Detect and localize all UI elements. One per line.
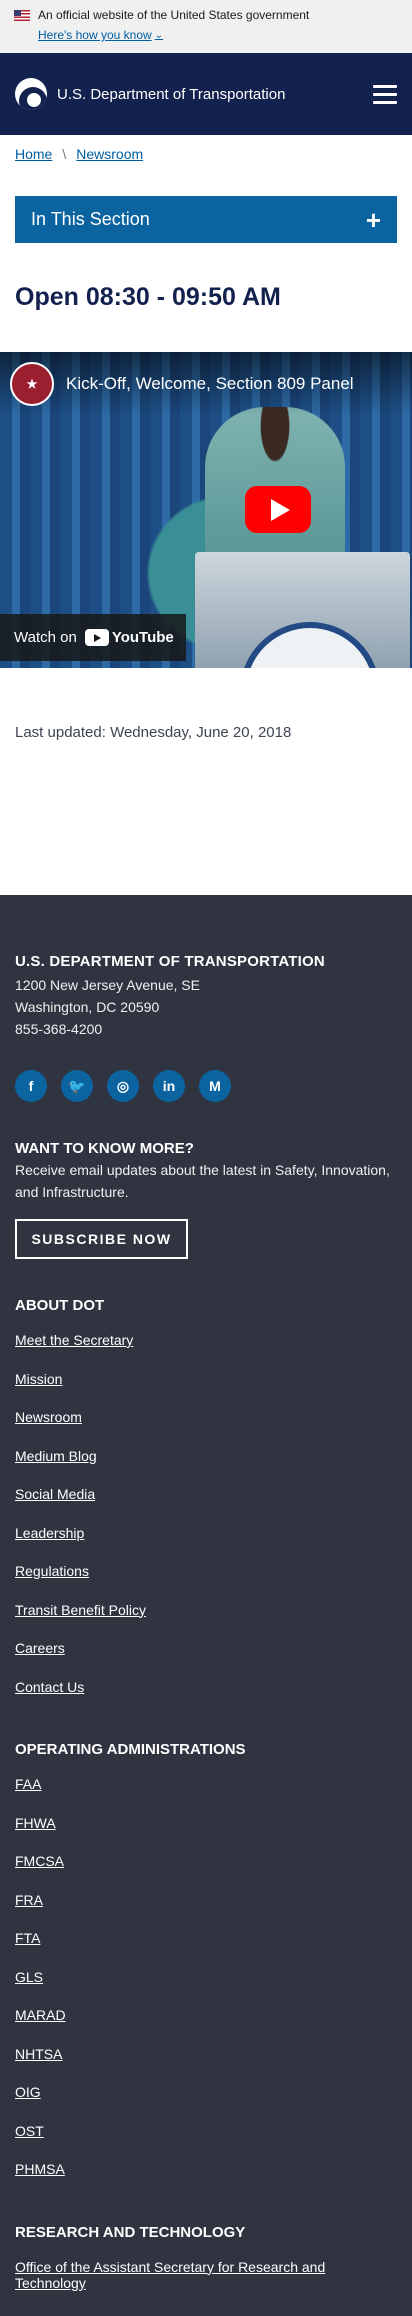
want-to-know-more-text: Receive email updates about the latest i… <box>15 1162 390 1200</box>
watch-on-youtube-button[interactable]: Watch on YouTube <box>0 614 186 661</box>
operating-administrations-links: FAA FHWA FMCSA FRA FTA GLS MARAD NHTSA O… <box>15 1776 397 2200</box>
gov-banner: An official website of the United States… <box>0 0 412 53</box>
breadcrumb: Home \ Newsroom <box>0 135 412 165</box>
footer-link[interactable]: GLS <box>15 1969 43 1985</box>
in-this-section-toggle[interactable]: In This Section + <box>15 196 397 243</box>
us-flag-icon <box>14 9 30 21</box>
social-links: f 🐦 ◎ in M <box>15 1070 397 1102</box>
footer-link[interactable]: PHMSA <box>15 2161 65 2177</box>
breadcrumb-newsroom-link[interactable]: Newsroom <box>76 146 143 162</box>
footer-link[interactable]: OST <box>15 2123 44 2139</box>
site-title[interactable]: U.S. Department of Transportation <box>57 86 373 103</box>
instagram-icon[interactable]: ◎ <box>107 1070 139 1102</box>
site-header: U.S. Department of Transportation <box>0 53 412 135</box>
footer-link[interactable]: FRA <box>15 1892 43 1908</box>
research-and-technology-heading: RESEARCH AND TECHNOLOGY <box>15 2223 246 2241</box>
footer-link[interactable]: Leadership <box>15 1525 84 1541</box>
watch-on-label: Watch on <box>14 629 77 646</box>
footer-link[interactable]: Careers <box>15 1640 65 1656</box>
footer-link[interactable]: FHWA <box>15 1815 56 1831</box>
want-to-know-more-heading: WANT TO KNOW MORE? <box>15 1140 194 1157</box>
heres-how-you-know-link[interactable]: Here's how you know ⌄ <box>38 28 163 42</box>
footer-link[interactable]: Transit Benefit Policy <box>15 1602 146 1618</box>
footer-org-name: U.S. DEPARTMENT OF TRANSPORTATION <box>15 953 325 970</box>
footer-link[interactable]: Medium Blog <box>15 1448 97 1464</box>
twitter-icon[interactable]: 🐦 <box>61 1070 93 1102</box>
play-button[interactable] <box>245 486 311 533</box>
footer-link[interactable]: Regulations <box>15 1563 89 1579</box>
youtube-logo-icon: YouTube <box>84 629 174 646</box>
channel-avatar[interactable]: ★ <box>10 362 54 406</box>
breadcrumb-home-link[interactable]: Home <box>15 146 52 162</box>
breadcrumb-separator: \ <box>62 146 67 162</box>
footer-link[interactable]: FTA <box>15 1930 40 1946</box>
chevron-down-icon: ⌄ <box>154 29 164 41</box>
footer-link[interactable]: OIG <box>15 2084 41 2100</box>
footer-link[interactable]: NHTSA <box>15 2046 62 2062</box>
footer-link[interactable]: Meet the Secretary <box>15 1332 133 1348</box>
footer-link[interactable]: Social Media <box>15 1486 95 1502</box>
facebook-icon[interactable]: f <box>15 1070 47 1102</box>
about-dot-heading: ABOUT DOT <box>15 1297 105 1314</box>
page-title: Open 08:30 - 09:50 AM <box>15 283 281 311</box>
about-dot-links: Meet the Secretary Mission Newsroom Medi… <box>15 1332 397 1717</box>
youtube-video-embed[interactable]: ★ Kick-Off, Welcome, Section 809 Panel W… <box>0 352 412 668</box>
gov-banner-text: An official website of the United States… <box>38 8 310 22</box>
plus-icon: + <box>365 204 381 235</box>
footer-address: 1200 New Jersey Avenue, SE Washington, D… <box>15 974 397 1040</box>
footer-link[interactable]: Newsroom <box>15 1409 82 1425</box>
site-footer: U.S. DEPARTMENT OF TRANSPORTATION 1200 N… <box>0 895 412 2316</box>
footer-phone: 855-368-4200 <box>15 1021 103 1037</box>
dot-logo-icon[interactable] <box>15 78 47 110</box>
footer-link[interactable]: Contact Us <box>15 1679 84 1695</box>
footer-link[interactable]: Mission <box>15 1371 62 1387</box>
video-title[interactable]: Kick-Off, Welcome, Section 809 Panel <box>66 374 354 394</box>
footer-link[interactable]: FMCSA <box>15 1853 64 1869</box>
last-updated: Last updated: Wednesday, June 20, 2018 <box>15 724 292 741</box>
footer-link[interactable]: MARAD <box>15 2007 66 2023</box>
operating-administrations-heading: OPERATING ADMINISTRATIONS <box>15 1741 246 1758</box>
video-topbar: ★ Kick-Off, Welcome, Section 809 Panel <box>0 352 412 416</box>
play-icon <box>270 498 290 521</box>
footer-link[interactable]: Office of the Assistant Secretary for Re… <box>15 2259 325 2291</box>
linkedin-icon[interactable]: in <box>153 1070 185 1102</box>
menu-icon[interactable] <box>373 84 397 104</box>
medium-icon[interactable]: M <box>199 1070 231 1102</box>
footer-link[interactable]: FAA <box>15 1776 41 1792</box>
research-links: Office of the Assistant Secretary for Re… <box>15 2259 397 2298</box>
subscribe-button[interactable]: SUBSCRIBE NOW <box>15 1219 188 1259</box>
in-this-section-label: In This Section <box>31 209 150 229</box>
